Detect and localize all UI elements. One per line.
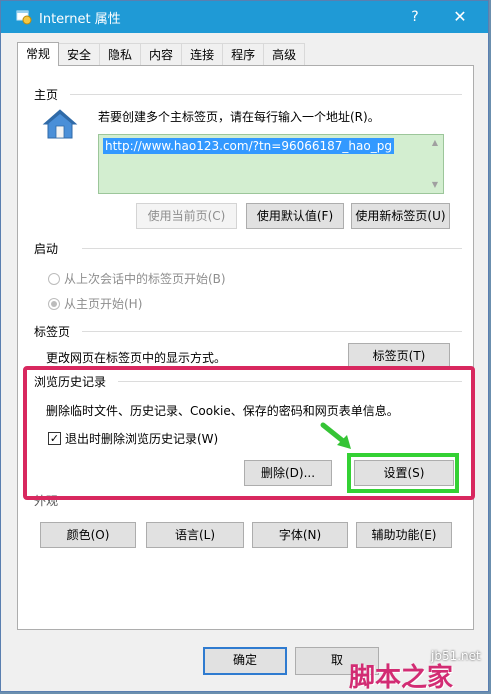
window-title: Internet 属性	[39, 11, 121, 27]
settings-highlight-annotation	[347, 453, 459, 493]
radio-button[interactable]	[48, 272, 60, 285]
use-new-tab-button[interactable]: 使用新标签页(U)	[351, 203, 450, 229]
general-tab-panel: 主页 若要创建多个主标签页，请在每行输入一个地址(R)。 http://www.…	[17, 65, 474, 630]
colors-button[interactable]: 颜色(O)	[40, 522, 136, 548]
scroll-down-arrow-icon[interactable]: ▼	[427, 177, 443, 193]
radio-button-selected[interactable]	[48, 297, 60, 310]
arrow-annotation-icon	[319, 421, 355, 454]
tab-strip: 常规 安全 隐私 内容 连接 程序 高级	[17, 42, 306, 66]
title-bar: Internet 属性 ? ✕	[1, 1, 488, 33]
startup-homepage-label: 从主页开始(H)	[64, 297, 143, 311]
tab-content[interactable]: 内容	[140, 43, 183, 65]
languages-button[interactable]: 语言(L)	[146, 522, 244, 548]
tab-general[interactable]: 常规	[17, 42, 60, 66]
watermark-brand: 脚本之家	[349, 663, 454, 693]
textarea-scrollbar[interactable]: ▲ ▼	[427, 135, 443, 193]
fonts-button[interactable]: 字体(N)	[252, 522, 348, 548]
section-divider	[82, 248, 462, 249]
homepage-url-text: http://www.hao123.com/?tn=96066187_hao_p…	[103, 138, 394, 154]
watermark: jb51.net 脚本之家	[343, 643, 489, 693]
section-divider	[82, 331, 462, 332]
startup-last-session-label: 从上次会话中的标签页开始(B)	[64, 272, 226, 286]
section-divider	[70, 94, 462, 95]
startup-last-session-option[interactable]: 从上次会话中的标签页开始(B)	[48, 270, 226, 287]
tab-programs[interactable]: 程序	[222, 43, 265, 65]
homepage-instruction: 若要创建多个主标签页，请在每行输入一个地址(R)。	[98, 110, 380, 124]
homepage-header: 主页	[34, 88, 59, 102]
homepage-url-textarea[interactable]: http://www.hao123.com/?tn=96066187_hao_p…	[98, 134, 444, 194]
tab-privacy[interactable]: 隐私	[99, 43, 142, 65]
use-current-button[interactable]: 使用当前页(C)	[136, 203, 237, 229]
accessibility-button[interactable]: 辅助功能(E)	[356, 522, 452, 548]
help-button[interactable]: ?	[400, 1, 430, 33]
startup-header: 启动	[34, 242, 59, 256]
tabs-header: 标签页	[34, 325, 71, 339]
tab-advanced[interactable]: 高级	[263, 43, 306, 65]
ok-button[interactable]: 确定	[203, 647, 287, 675]
home-icon	[42, 108, 78, 143]
tab-connections[interactable]: 连接	[181, 43, 224, 65]
close-button[interactable]: ✕	[440, 1, 480, 33]
scroll-up-arrow-icon[interactable]: ▲	[427, 135, 443, 151]
startup-homepage-option[interactable]: 从主页开始(H)	[48, 295, 142, 312]
tab-security[interactable]: 安全	[58, 43, 101, 65]
internet-properties-dialog: Internet 属性 ? ✕ 常规 安全 隐私 内容 连接 程序 高级 主页 …	[0, 0, 489, 693]
use-default-button[interactable]: 使用默认值(F)	[246, 203, 344, 229]
tabs-description: 更改网页在标签页中的显示方式。	[46, 351, 227, 365]
internet-options-icon	[15, 8, 33, 26]
